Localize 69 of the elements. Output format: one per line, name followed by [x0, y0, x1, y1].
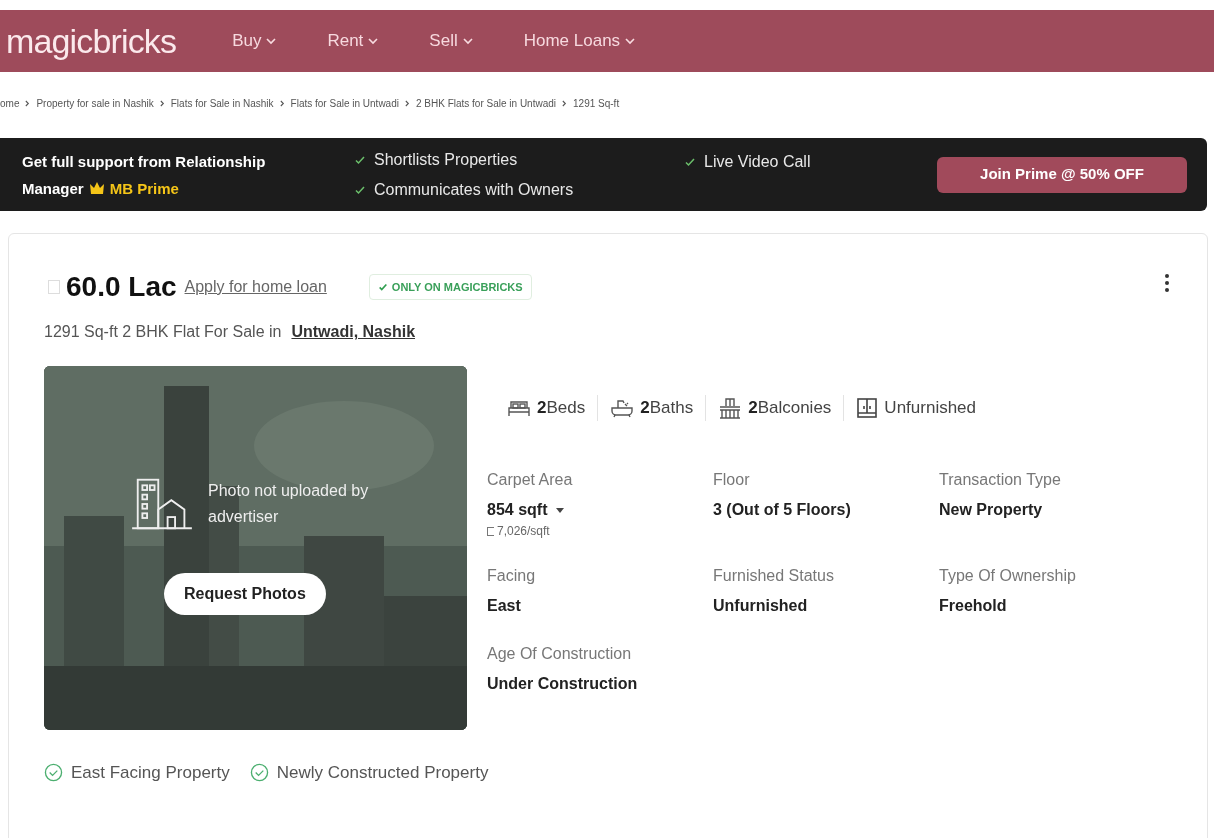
detail-value: Freehold: [939, 596, 1008, 616]
currency-icon: [487, 526, 494, 536]
amenity-text: 2Baths: [640, 397, 694, 420]
amenity-text: 2Balconies: [748, 397, 832, 420]
more-options-icon[interactable]: [1165, 274, 1169, 292]
nav-link[interactable]: Buy: [232, 28, 278, 54]
chevron-right-icon: [562, 99, 567, 107]
currency-icon: [48, 280, 60, 294]
banner-text: Get full support from Relationship: [22, 151, 266, 172]
request-photos-button[interactable]: Request Photos: [164, 573, 326, 615]
check-icon: [377, 282, 388, 292]
detail-label: Furnished Status: [713, 566, 835, 586]
feature-text: Shortlists Properties: [374, 149, 518, 170]
detail-label: Carpet Area: [487, 470, 574, 490]
home-loan-link[interactable]: Apply for home loan: [184, 275, 327, 299]
check-circle-icon: [44, 763, 63, 783]
balcony-icon: [718, 397, 743, 419]
highlight-text: East Facing Property: [71, 762, 230, 784]
check-icon: [684, 156, 696, 168]
wardrobe-icon: [856, 397, 879, 419]
nav-link[interactable]: Sell: [429, 28, 474, 54]
price: 60.0 Lac: [66, 270, 177, 304]
highlight-text: Newly Constructed Property: [276, 762, 489, 784]
feature-text: Live Video Call: [704, 152, 811, 172]
breadcrumb-link[interactable]: Property for sale in Nashik: [36, 95, 154, 111]
breadcrumb-link[interactable]: Flats for Sale in Nashik: [170, 95, 274, 111]
detail-label: Facing: [487, 566, 537, 586]
breadcrumb-link[interactable]: ome: [0, 95, 20, 111]
nav-link[interactable]: Home Loans: [523, 28, 637, 54]
detail-label: Type Of Ownership: [939, 566, 1077, 586]
listing-title: 1291 Sq-ft 2 BHK Flat For Sale in: [44, 322, 282, 342]
chevron-down-icon: [265, 35, 278, 47]
bathtub-icon: [610, 398, 635, 418]
detail-label: Age Of Construction: [487, 644, 633, 664]
chevron-right-icon: [159, 99, 165, 107]
prime-label: MB Prime: [109, 178, 179, 199]
crown-icon: [88, 181, 105, 195]
detail-value: East: [487, 596, 522, 616]
amenity-text: 2Beds: [537, 397, 586, 420]
detail-value: 3 (Out of 5 Floors): [713, 500, 852, 520]
breadcrumb-link[interactable]: Flats for Sale in Untwadi: [290, 95, 399, 111]
detail-value: Unfurnished: [713, 596, 809, 616]
detail-label: Floor: [713, 470, 751, 490]
breadcrumb-link[interactable]: 1291 Sq-ft: [573, 95, 620, 111]
caret-icon[interactable]: [555, 508, 564, 514]
logo[interactable]: magicbricks: [6, 15, 177, 67]
chevron-down-icon: [624, 35, 637, 47]
chevron-right-icon: [25, 99, 31, 107]
detail-value: 854 sqft: [487, 498, 713, 522]
exclusive-tag: ONLY ON MAGICBRICKS: [368, 273, 532, 301]
photo-message: Photo not uploaded by advertiser: [208, 481, 370, 527]
bed-icon: [507, 398, 531, 418]
banner-text: Manager: [22, 178, 84, 199]
join-prime-button[interactable]: Join Prime @ 50% OFF: [937, 156, 1187, 193]
chevron-down-icon: [461, 35, 474, 47]
check-circle-icon: [249, 763, 269, 783]
location-link[interactable]: Untwadi, Nashik: [291, 320, 416, 344]
detail-value: New Property: [939, 500, 1044, 520]
detail-label: Transaction Type: [939, 470, 1062, 490]
feature-text: Communicates with Owners: [374, 179, 574, 200]
breadcrumb-link[interactable]: 2 BHK Flats for Sale in Untwadi: [415, 95, 556, 111]
detail-value: Under Construction: [487, 674, 639, 694]
chevron-down-icon: [367, 35, 380, 47]
nav-link[interactable]: Rent: [327, 28, 380, 54]
chevron-right-icon: [279, 99, 285, 107]
building-icon: [132, 476, 192, 532]
amenity-text: Unfurnished: [884, 397, 977, 420]
chevron-right-icon: [404, 99, 410, 107]
price-per-sqft: 7,026/sqft: [497, 523, 550, 540]
